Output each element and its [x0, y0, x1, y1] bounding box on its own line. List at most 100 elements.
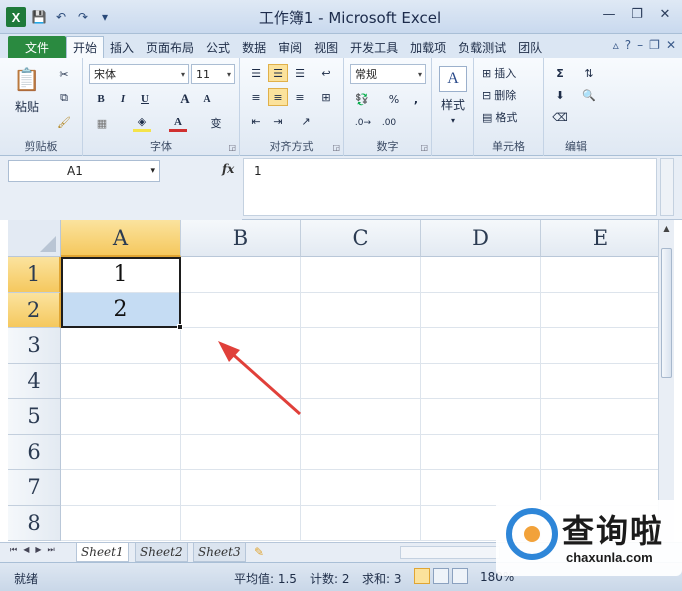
excel-logo-icon[interactable]: X — [6, 7, 26, 27]
clear-icon[interactable]: ⌫ — [550, 108, 570, 126]
cell-c5[interactable] — [301, 399, 421, 435]
normal-view-icon[interactable] — [414, 568, 430, 584]
italic-button[interactable]: I — [115, 90, 131, 108]
align-bottom-icon[interactable]: ☰ — [290, 64, 310, 82]
percent-button[interactable]: % — [386, 90, 402, 108]
page-layout-view-icon[interactable] — [433, 568, 449, 584]
cell-b8[interactable] — [181, 505, 301, 541]
fill-icon[interactable]: ⬇ — [550, 86, 570, 104]
font-size-select[interactable]: 11 ▾ — [191, 64, 235, 84]
row-header-2[interactable]: 2 — [8, 292, 61, 328]
dialog-launcher-icon[interactable]: ◲ — [228, 143, 236, 152]
row-header-1[interactable]: 1 — [8, 257, 61, 293]
shrink-font-button[interactable]: A — [199, 90, 215, 108]
cell-d3[interactable] — [421, 328, 541, 364]
cell-d4[interactable] — [421, 363, 541, 399]
next-sheet-icon[interactable]: ▶ — [35, 545, 41, 555]
format-painter-icon[interactable]: 🖌 — [56, 114, 72, 130]
formula-input[interactable]: 1 — [243, 158, 657, 216]
cell-c4[interactable] — [301, 363, 421, 399]
cell-d5[interactable] — [421, 399, 541, 435]
customize-qat-icon[interactable]: ▾ — [96, 8, 114, 26]
cell-c3[interactable] — [301, 328, 421, 364]
dialog-launcher-icon[interactable]: ◲ — [332, 143, 340, 152]
bold-button[interactable]: B — [93, 90, 109, 108]
tab-data[interactable]: 数据 — [236, 36, 272, 58]
find-select-icon[interactable]: 🔍 — [578, 86, 600, 104]
cell-d2[interactable] — [421, 292, 541, 328]
doc-restore-icon[interactable]: ❐ — [649, 38, 660, 52]
paste-button[interactable]: 粘贴 — [8, 98, 46, 114]
doc-minimize-icon[interactable]: – — [637, 38, 643, 52]
styles-icon[interactable]: A — [439, 66, 467, 92]
styles-button[interactable]: 样式 — [434, 96, 472, 112]
cell-b5[interactable] — [181, 399, 301, 435]
align-center-icon[interactable]: ≡ — [268, 88, 288, 106]
column-header-a[interactable]: A — [61, 220, 181, 257]
cell-d6[interactable] — [421, 434, 541, 470]
undo-icon[interactable]: ↶ — [52, 8, 70, 26]
cell-a8[interactable] — [61, 505, 181, 541]
cell-a1[interactable]: 1 — [61, 257, 181, 293]
cell-c1[interactable] — [301, 257, 421, 293]
decrease-indent-icon[interactable]: ⇤ — [246, 112, 266, 130]
number-format-select[interactable]: 常规 ▾ — [350, 64, 426, 84]
merge-center-icon[interactable]: ⊞ — [316, 88, 336, 106]
orientation-icon[interactable]: ↗ — [296, 112, 316, 130]
align-middle-icon[interactable]: ☰ — [268, 64, 288, 82]
row-header-4[interactable]: 4 — [8, 363, 61, 399]
save-icon[interactable]: 💾 — [30, 8, 48, 26]
last-sheet-icon[interactable]: ⏭ — [48, 545, 55, 555]
minimize-icon[interactable]: — — [596, 3, 622, 25]
currency-icon[interactable]: 💱 — [352, 90, 372, 108]
row-header-7[interactable]: 7 — [8, 470, 61, 506]
underline-button[interactable]: U — [137, 90, 153, 108]
column-header-c[interactable]: C — [301, 220, 421, 257]
sheet-tab-2[interactable]: Sheet2 — [135, 543, 188, 562]
tab-review[interactable]: 审阅 — [272, 36, 308, 58]
fill-handle[interactable] — [177, 324, 183, 330]
increase-indent-icon[interactable]: ⇥ — [268, 112, 288, 130]
scroll-up-icon[interactable]: ▲ — [661, 222, 672, 234]
insert-cells-button[interactable]: ⊞ 插入 — [482, 64, 538, 82]
tab-home[interactable]: 开始 — [66, 36, 105, 58]
tab-page-layout[interactable]: 页面布局 — [140, 36, 200, 58]
tab-addins[interactable]: 加载项 — [404, 36, 452, 58]
increase-decimal-icon[interactable]: .0→ — [352, 114, 374, 132]
row-header-8[interactable]: 8 — [8, 505, 61, 541]
page-break-view-icon[interactable] — [452, 568, 468, 584]
cell-c6[interactable] — [301, 434, 421, 470]
font-name-select[interactable]: 宋体 ▾ — [89, 64, 189, 84]
cell-a2[interactable]: 2 — [61, 292, 181, 328]
delete-cells-button[interactable]: ⊟ 删除 — [482, 86, 538, 104]
cell-b1[interactable] — [181, 257, 301, 293]
doc-close-icon[interactable]: ✕ — [666, 38, 676, 52]
column-header-e[interactable]: E — [541, 220, 658, 257]
cell-e5[interactable] — [541, 399, 658, 435]
tab-team[interactable]: 团队 — [512, 36, 548, 58]
cell-a5[interactable] — [61, 399, 181, 435]
align-top-icon[interactable]: ☰ — [246, 64, 266, 82]
fill-color-icon[interactable]: ◈ — [133, 114, 151, 132]
cell-b7[interactable] — [181, 470, 301, 506]
restore-icon[interactable]: ❐ — [624, 3, 650, 25]
dialog-launcher-icon[interactable]: ◲ — [420, 143, 428, 152]
cell-e6[interactable] — [541, 435, 658, 470]
vertical-scrollbar[interactable]: ▲ — [658, 220, 674, 542]
cell-a4[interactable] — [61, 363, 181, 399]
cell-e2[interactable] — [541, 293, 658, 328]
first-sheet-icon[interactable]: ⏮ — [10, 545, 17, 555]
paste-icon[interactable]: 📋 — [10, 64, 44, 96]
decrease-decimal-icon[interactable]: .00 — [378, 114, 400, 132]
cell-b3[interactable] — [181, 328, 301, 364]
redo-icon[interactable]: ↷ — [74, 8, 92, 26]
cell-c2[interactable] — [301, 292, 421, 328]
help-icon[interactable]: ? — [625, 38, 631, 52]
comma-style-button[interactable]: , — [408, 90, 424, 108]
formula-bar-scrollbar[interactable] — [660, 158, 674, 216]
row-header-3[interactable]: 3 — [8, 328, 61, 364]
align-right-icon[interactable]: ≡ — [290, 88, 310, 106]
tab-insert[interactable]: 插入 — [104, 36, 140, 58]
sheet-tab-3[interactable]: Sheet3 — [193, 543, 246, 562]
insert-sheet-icon[interactable]: ✎ — [254, 545, 264, 559]
